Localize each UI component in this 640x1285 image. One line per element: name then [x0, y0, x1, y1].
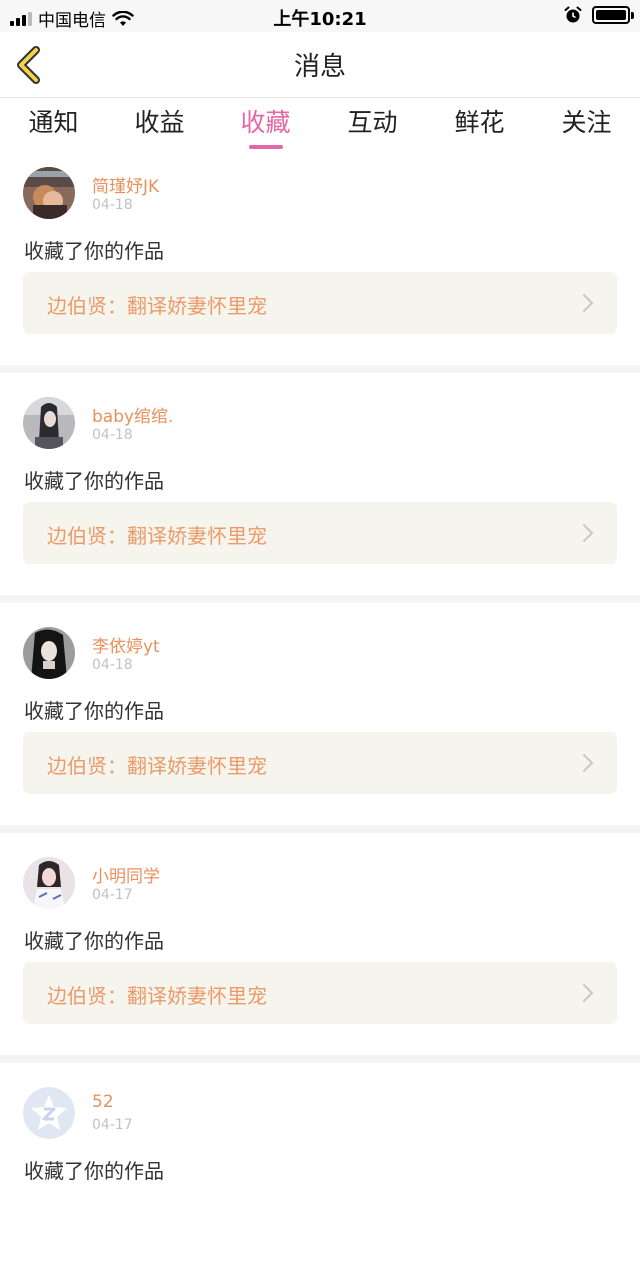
- username[interactable]: 52: [92, 1092, 114, 1112]
- divider: [0, 595, 640, 603]
- tab-indicator: [248, 145, 283, 149]
- user-avatar[interactable]: [23, 167, 75, 219]
- message-card: 52 04-17 收藏了你的作品: [0, 1071, 640, 1285]
- tab-favorites[interactable]: 收藏: [212, 103, 319, 149]
- user-avatar[interactable]: [23, 857, 75, 909]
- tab-follow[interactable]: 关注: [533, 103, 640, 149]
- tab-notification[interactable]: 通知: [0, 103, 107, 149]
- user-avatar[interactable]: [23, 397, 75, 449]
- tab-indicator: [570, 145, 604, 149]
- tab-earnings[interactable]: 收益: [106, 103, 213, 149]
- page-title: 消息: [293, 52, 346, 82]
- tab-interaction[interactable]: 互动: [319, 103, 426, 149]
- username[interactable]: 简瑾妤JK: [92, 172, 159, 197]
- work-title: 边伯贤：翻译娇妻怀里宠: [47, 294, 267, 318]
- status-bar: 中国电信 上午10:21: [0, 0, 640, 32]
- chevron-right-icon: [583, 754, 594, 772]
- message-date: 04-17: [92, 1117, 133, 1133]
- status-time: 上午10:21: [273, 9, 367, 30]
- user-avatar[interactable]: [23, 627, 75, 679]
- status-right: [564, 6, 634, 24]
- message-card: 李依婷yt 04-18 收藏了你的作品 边伯贤：翻译娇妻怀里宠: [0, 611, 640, 825]
- chevron-right-icon: [583, 984, 594, 1002]
- work-title: 边伯贤：翻译娇妻怀里宠: [47, 984, 267, 1008]
- divider: [0, 365, 640, 373]
- message-text: 收藏了你的作品: [24, 1159, 164, 1183]
- message-text: 收藏了你的作品: [24, 929, 164, 953]
- work-link[interactable]: 边伯贤：翻译娇妻怀里宠: [23, 732, 617, 794]
- message-date: 04-18: [92, 427, 133, 443]
- tab-flowers[interactable]: 鲜花: [426, 103, 533, 149]
- message-list: 简瑾妤JK 04-18 收藏了你的作品 边伯贤：翻译娇妻怀里宠 baby绾绾. …: [0, 151, 640, 1285]
- tab-bar: 通知 收益 收藏 互动 鲜花 关注: [0, 99, 640, 151]
- tab-indicator: [37, 145, 71, 149]
- work-title: 边伯贤：翻译娇妻怀里宠: [47, 524, 267, 548]
- message-card: 简瑾妤JK 04-18 收藏了你的作品 边伯贤：翻译娇妻怀里宠: [0, 151, 640, 365]
- tab-label: 鲜花: [454, 108, 505, 137]
- chevron-right-icon: [583, 524, 594, 542]
- username[interactable]: baby绾绾.: [92, 402, 173, 427]
- work-link[interactable]: 边伯贤：翻译娇妻怀里宠: [23, 502, 617, 564]
- spacer: [0, 603, 640, 611]
- message-card: baby绾绾. 04-18 收藏了你的作品 边伯贤：翻译娇妻怀里宠: [0, 381, 640, 595]
- tab-indicator: [356, 145, 390, 149]
- message-text: 收藏了你的作品: [24, 239, 164, 263]
- tab-label: 通知: [28, 108, 79, 137]
- spacer: [0, 1063, 640, 1071]
- tab-indicator: [143, 145, 177, 149]
- battery-icon: [592, 6, 634, 24]
- message-date: 04-17: [92, 887, 133, 903]
- divider: [0, 825, 640, 833]
- message-date: 04-18: [92, 657, 133, 673]
- message-card: 小明同学 04-17 收藏了你的作品 边伯贤：翻译娇妻怀里宠: [0, 841, 640, 1055]
- chevron-right-icon: [583, 294, 594, 312]
- username[interactable]: 李依婷yt: [92, 632, 160, 657]
- alarm-icon: [564, 6, 582, 23]
- message-text: 收藏了你的作品: [24, 699, 164, 723]
- message-date: 04-18: [92, 197, 133, 213]
- nav-bar: 消息: [0, 32, 640, 98]
- spacer: [0, 833, 640, 841]
- message-text: 收藏了你的作品: [24, 469, 164, 493]
- tab-label: 互动: [347, 108, 398, 137]
- divider: [0, 1055, 640, 1063]
- username[interactable]: 小明同学: [92, 862, 160, 887]
- tab-label: 收藏: [240, 108, 291, 137]
- tab-label: 关注: [561, 108, 612, 137]
- tab-indicator: [463, 145, 497, 149]
- default-avatar-icon[interactable]: [23, 1087, 75, 1139]
- work-title: 边伯贤：翻译娇妻怀里宠: [47, 754, 267, 778]
- work-link[interactable]: 边伯贤：翻译娇妻怀里宠: [23, 962, 617, 1024]
- work-link[interactable]: 边伯贤：翻译娇妻怀里宠: [23, 272, 617, 334]
- spacer: [0, 373, 640, 381]
- tab-label: 收益: [134, 108, 185, 137]
